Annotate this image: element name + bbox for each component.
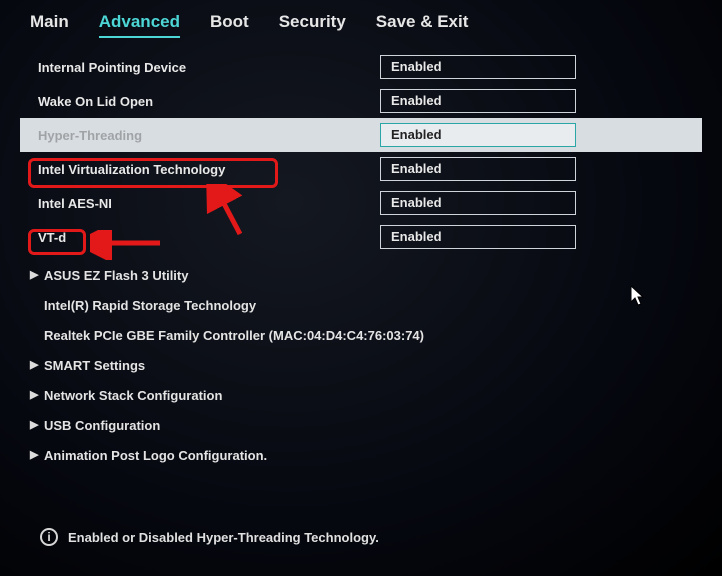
chevron-right-icon: ▶ [30, 418, 38, 431]
chevron-right-icon: ▶ [30, 448, 38, 461]
subitem-realtek[interactable]: Realtek PCIe GBE Family Controller (MAC:… [20, 320, 702, 350]
setting-label: Internal Pointing Device [20, 60, 380, 75]
setting-label: VT-d [20, 230, 380, 245]
subitem-label: Network Stack Configuration [44, 388, 222, 403]
subitem-smart[interactable]: ▶ SMART Settings [20, 350, 702, 380]
subitem-label: Animation Post Logo Configuration. [44, 448, 267, 463]
setting-wake-lid[interactable]: Wake On Lid Open Enabled [20, 84, 702, 118]
tab-boot[interactable]: Boot [210, 12, 249, 38]
tab-main[interactable]: Main [30, 12, 69, 38]
subitem-netstack[interactable]: ▶ Network Stack Configuration [20, 380, 702, 410]
subitem-label: Intel(R) Rapid Storage Technology [44, 298, 256, 313]
advanced-settings-panel: Internal Pointing Device Enabled Wake On… [0, 44, 722, 470]
setting-value-dropdown[interactable]: Enabled [380, 89, 576, 113]
tab-security[interactable]: Security [279, 12, 346, 38]
subitem-ezflash[interactable]: ▶ ASUS EZ Flash 3 Utility [20, 260, 702, 290]
subitem-label: USB Configuration [44, 418, 160, 433]
subitem-anim[interactable]: ▶ Animation Post Logo Configuration. [20, 440, 702, 470]
setting-label: Wake On Lid Open [20, 94, 380, 109]
help-text: Enabled or Disabled Hyper-Threading Tech… [68, 530, 379, 545]
setting-label: Intel Virtualization Technology [20, 162, 380, 177]
subitem-label: Realtek PCIe GBE Family Controller (MAC:… [44, 328, 424, 343]
chevron-right-icon: ▶ [30, 268, 38, 281]
setting-value-dropdown[interactable]: Enabled [380, 123, 576, 147]
subitem-label: SMART Settings [44, 358, 145, 373]
setting-value-dropdown[interactable]: Enabled [380, 191, 576, 215]
subitem-usb[interactable]: ▶ USB Configuration [20, 410, 702, 440]
setting-intel-aes[interactable]: Intel AES-NI Enabled [20, 186, 702, 220]
setting-value-dropdown[interactable]: Enabled [380, 225, 576, 249]
setting-internal-pointing[interactable]: Internal Pointing Device Enabled [20, 50, 702, 84]
setting-value-dropdown[interactable]: Enabled [380, 55, 576, 79]
info-icon: i [40, 528, 58, 546]
top-tabs: Main Advanced Boot Security Save & Exit [0, 0, 722, 44]
chevron-right-icon: ▶ [30, 358, 38, 371]
subitem-label: ASUS EZ Flash 3 Utility [44, 268, 188, 283]
setting-vt-d[interactable]: VT-d Enabled [20, 220, 702, 254]
subitem-irst[interactable]: Intel(R) Rapid Storage Technology [20, 290, 702, 320]
setting-label: Hyper-Threading [20, 128, 380, 143]
chevron-right-icon: ▶ [30, 388, 38, 401]
tab-save-exit[interactable]: Save & Exit [376, 12, 469, 38]
help-footer: i Enabled or Disabled Hyper-Threading Te… [40, 528, 379, 546]
setting-label: Intel AES-NI [20, 196, 380, 211]
setting-hyper-threading[interactable]: Hyper-Threading Enabled [20, 118, 702, 152]
setting-value-dropdown[interactable]: Enabled [380, 157, 576, 181]
tab-advanced[interactable]: Advanced [99, 12, 180, 38]
setting-intel-vt[interactable]: Intel Virtualization Technology Enabled [20, 152, 702, 186]
